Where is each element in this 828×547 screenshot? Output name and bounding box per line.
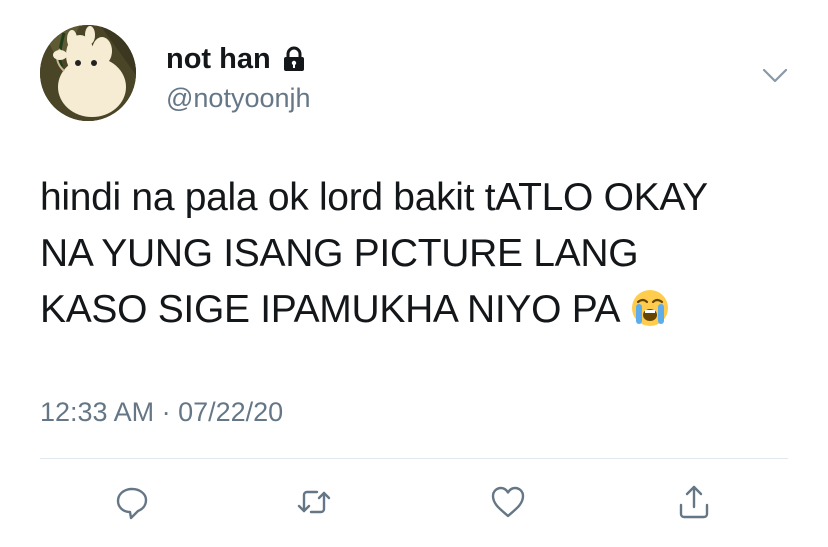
display-name[interactable]: not han — [166, 42, 271, 76]
retweet-icon — [295, 483, 333, 526]
user-handle[interactable]: @notyoonjh — [166, 82, 311, 114]
share-icon — [675, 483, 713, 526]
tweet-text-line-3-text: KASO SIGE IPAMUKHA NIYO PA — [40, 288, 621, 331]
loudly-crying-face-icon — [630, 288, 670, 328]
tweet-text-line-3: KASO SIGE IPAMUKHA NIYO PA — [40, 282, 800, 338]
author-name-row: not han — [166, 42, 307, 76]
divider — [40, 458, 788, 459]
tweet-text-line-2: NA YUNG ISANG PICTURE LANG — [40, 232, 639, 275]
reply-icon — [113, 483, 151, 526]
tweet-text-line-1: hindi na pala ok lord bakit tATLO OKAY — [40, 176, 708, 219]
like-button[interactable] — [486, 482, 530, 526]
tweet-text: hindi na pala ok lord bakit tATLO OKAY N… — [40, 170, 800, 338]
chevron-down-icon[interactable] — [760, 64, 790, 88]
reply-button[interactable] — [110, 482, 154, 526]
share-button[interactable] — [672, 482, 716, 526]
like-icon — [489, 483, 527, 526]
tweet-timestamp[interactable]: 12:33 AM · 07/22/20 — [40, 395, 283, 429]
retweet-button[interactable] — [292, 482, 336, 526]
lock-icon — [281, 46, 307, 72]
tweet-action-bar — [0, 474, 828, 534]
avatar[interactable] — [40, 25, 136, 121]
